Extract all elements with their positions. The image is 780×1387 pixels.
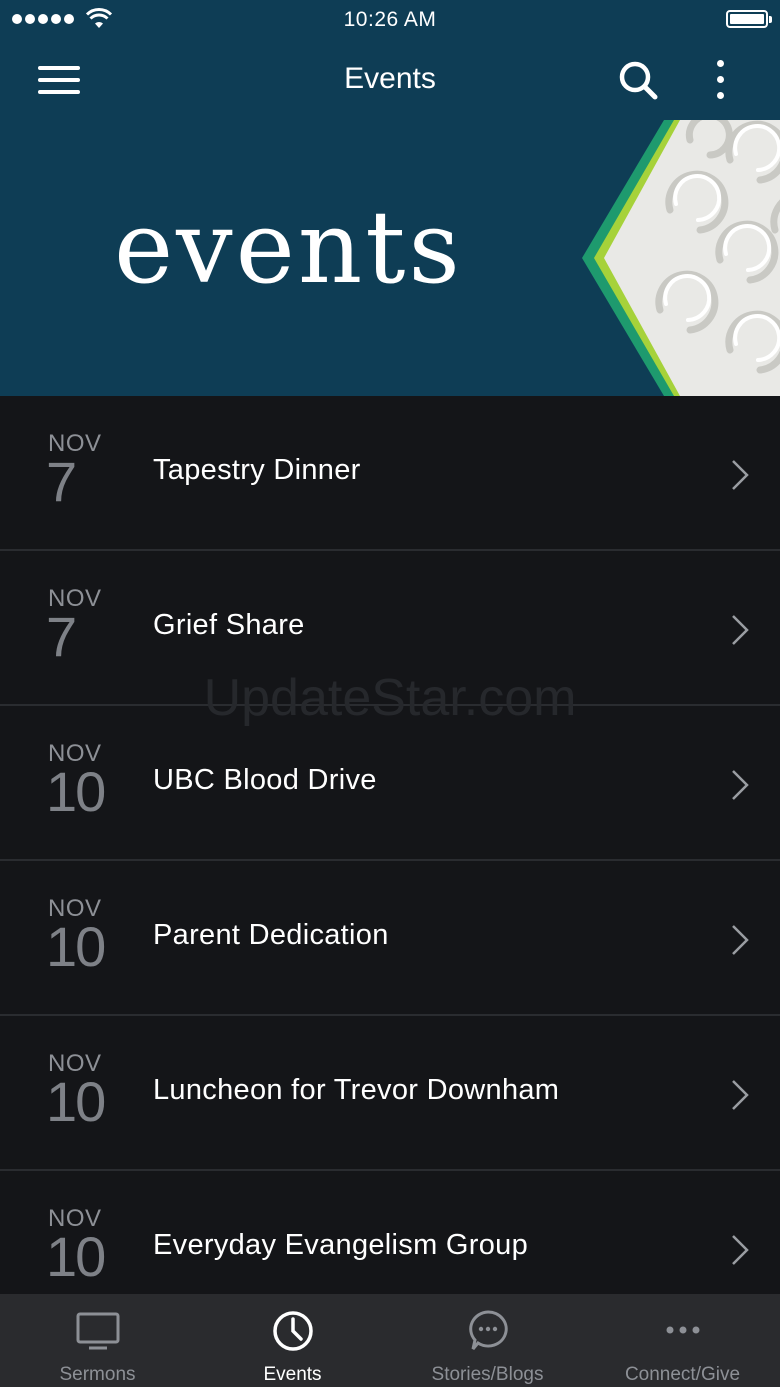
event-title: Tapestry Dinner (153, 454, 361, 486)
chevron-right-icon (732, 770, 749, 800)
status-bar: 10:26 AM (0, 0, 780, 40)
event-row[interactable]: NOV 10 UBC Blood Drive (0, 706, 780, 861)
event-list: NOV 7 Tapestry Dinner NOV 7 Grief Share … (0, 396, 780, 1326)
event-row[interactable]: NOV 7 Tapestry Dinner (0, 396, 780, 551)
event-day: 7 (46, 605, 77, 668)
monitor-icon (76, 1312, 119, 1350)
tab-events[interactable]: Events (195, 1294, 390, 1387)
chevron-right-icon (732, 925, 749, 955)
navigation-bar: Events (0, 40, 780, 120)
chevron-right-icon (732, 1235, 749, 1265)
event-title: Grief Share (153, 609, 305, 641)
battery-icon (726, 10, 772, 28)
event-title: Luncheon for Trevor Downham (153, 1074, 560, 1106)
tab-label: Stories/Blogs (431, 1364, 544, 1385)
event-day: 7 (46, 450, 77, 513)
tab-label: Events (263, 1364, 322, 1385)
event-title: Everyday Evangelism Group (153, 1229, 528, 1261)
event-title: UBC Blood Drive (153, 764, 377, 796)
tab-bar: Sermons Events Stories/Blogs Connect/Giv… (0, 1294, 780, 1387)
event-row[interactable]: NOV 7 Grief Share (0, 551, 780, 706)
more-dots-icon (666, 1326, 699, 1334)
clock-icon (272, 1311, 313, 1351)
event-day: 10 (46, 1070, 106, 1133)
tab-sermons[interactable]: Sermons (0, 1294, 195, 1387)
page-title: Events (344, 62, 436, 95)
event-row[interactable]: NOV 10 Parent Dedication (0, 861, 780, 1016)
event-title: Parent Dedication (153, 919, 389, 951)
event-day: 10 (46, 1225, 106, 1288)
tab-stories-blogs[interactable]: Stories/Blogs (390, 1294, 585, 1387)
chat-bubble-icon (468, 1310, 508, 1350)
tab-connect-give[interactable]: Connect/Give (585, 1294, 780, 1387)
more-options-icon[interactable] (706, 56, 734, 104)
decorative-swirl-pattern (582, 120, 780, 396)
event-day: 10 (46, 915, 106, 978)
chevron-right-icon (732, 1080, 749, 1110)
banner-title: events (114, 189, 463, 306)
chevron-right-icon (732, 615, 749, 645)
event-day: 10 (46, 760, 106, 823)
chevron-right-icon (732, 460, 749, 490)
tab-label: Sermons (59, 1364, 136, 1385)
status-time: 10:26 AM (343, 8, 437, 31)
search-icon[interactable] (616, 58, 660, 102)
event-row[interactable]: NOV 10 Luncheon for Trevor Downham (0, 1016, 780, 1171)
tab-label: Connect/Give (624, 1364, 741, 1385)
events-banner: events (0, 120, 780, 396)
